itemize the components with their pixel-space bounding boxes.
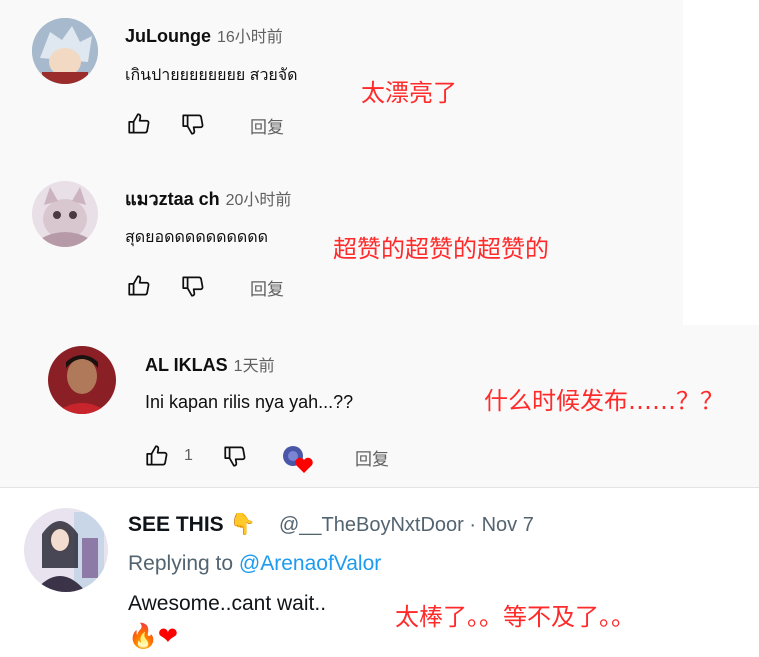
translation-annotation: 超赞的超赞的超赞的 xyxy=(333,235,549,263)
fire-heart-emoji: 🔥❤ xyxy=(128,622,178,650)
avatar[interactable] xyxy=(32,181,98,247)
comment-panel-top xyxy=(0,0,683,325)
avatar[interactable] xyxy=(48,346,116,414)
thumbs-up-icon[interactable] xyxy=(126,111,152,137)
translation-annotation: 太漂亮了 xyxy=(361,79,457,107)
replying-to: Replying to @ArenaofValor xyxy=(128,552,382,575)
comment-time[interactable]: 20小时前 xyxy=(226,192,292,209)
divider xyxy=(0,487,759,488)
thumbs-down-icon[interactable] xyxy=(222,443,248,469)
reply-button[interactable]: 回复 xyxy=(250,113,284,138)
comment-author[interactable]: JuLounge 16小时前 xyxy=(125,23,283,47)
like-count: 1 xyxy=(184,447,193,464)
comment-text: สุดยอดดดดดดดดดด xyxy=(125,229,269,246)
pointing-hand-icon: 👇 xyxy=(223,513,256,536)
avatar[interactable] xyxy=(32,18,98,84)
reply-button[interactable]: 回复 xyxy=(250,275,284,300)
translation-annotation: 太棒了。。等不及了。。 xyxy=(395,603,635,631)
comment-author[interactable]: AL IKLAS 1天前 xyxy=(145,352,275,376)
comment-time[interactable]: 1天前 xyxy=(234,358,275,375)
comment-time[interactable]: 16小时前 xyxy=(217,29,283,46)
translation-annotation: 什么时候发布……？？ xyxy=(484,387,724,415)
tweet-author-name[interactable]: SEE THIS 👇 xyxy=(128,513,256,537)
comment-text: เกินปายยยยยยยย สวยจัด xyxy=(125,67,298,84)
thumbs-down-icon[interactable] xyxy=(180,273,206,299)
thumbs-down-icon[interactable] xyxy=(180,111,206,137)
comment-text: Ini kapan rilis nya yah...?? xyxy=(145,392,354,412)
thumbs-up-icon[interactable] xyxy=(144,443,170,469)
thumbs-up-icon[interactable] xyxy=(126,273,152,299)
reply-button[interactable]: 回复 xyxy=(355,445,389,470)
creator-heart-icon xyxy=(282,445,316,475)
tweet-text: Awesome..cant wait.. xyxy=(128,592,327,615)
tweet-handle-date[interactable]: @__TheBoyNxtDoor · Nov 7 xyxy=(279,514,534,537)
comment-author[interactable]: แมวztaa ch 20小时前 xyxy=(125,184,291,213)
avatar[interactable] xyxy=(24,508,108,592)
replying-to-link[interactable]: @ArenaofValor xyxy=(239,552,381,575)
